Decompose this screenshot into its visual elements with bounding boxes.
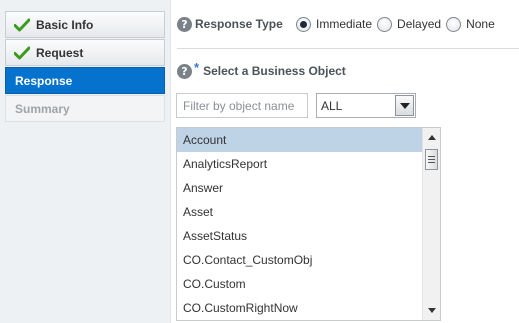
radio-button[interactable] <box>377 16 393 32</box>
radio-label: Delayed <box>397 17 442 31</box>
select-value: ALL <box>321 98 343 113</box>
list-item[interactable]: AnalyticsReport <box>177 152 422 176</box>
help-icon[interactable]: ? <box>177 16 192 32</box>
business-object-label: Select a Business Object <box>203 64 346 78</box>
filter-input[interactable] <box>176 93 308 118</box>
radio-button[interactable] <box>446 16 462 32</box>
nav-item-request[interactable]: Request <box>5 39 165 66</box>
business-object-heading: ? * Select a Business Object <box>177 59 346 80</box>
radio-none[interactable]: None <box>446 16 495 32</box>
radio-button[interactable] <box>296 16 311 32</box>
checkmark-icon <box>14 18 30 31</box>
object-type-select[interactable]: ALL <box>316 93 416 118</box>
radio-immediate[interactable]: Immediate <box>296 16 373 32</box>
scroll-up-arrow-icon[interactable] <box>423 130 440 145</box>
nav-item-summary: Summary <box>5 95 165 122</box>
nav-item-basic-info[interactable]: Basic Info <box>5 11 165 38</box>
vertical-scrollbar[interactable] <box>422 128 440 320</box>
list-item[interactable]: Account <box>177 128 422 152</box>
radio-delayed[interactable]: Delayed <box>377 16 442 32</box>
list-item[interactable]: AssetStatus <box>177 224 422 248</box>
scrollbar-thumb[interactable] <box>425 149 438 170</box>
radio-label: None <box>466 17 495 31</box>
wizard-nav: Basic Info Request Response Summary <box>0 0 171 323</box>
list-item[interactable]: CO.CustomRightNow <box>177 296 422 320</box>
business-object-list[interactable]: Account AnalyticsReport Answer Asset Ass… <box>176 127 441 321</box>
nav-item-label: Response <box>15 73 73 88</box>
scroll-down-arrow-icon[interactable] <box>423 303 440 318</box>
chevron-down-icon[interactable] <box>395 95 414 116</box>
list-items: Account AnalyticsReport Answer Asset Ass… <box>177 128 422 320</box>
response-type-row: ? Response Type <box>177 14 283 34</box>
nav-item-label: Request <box>36 45 84 60</box>
nav-item-label: Summary <box>15 101 70 116</box>
list-item[interactable]: Answer <box>177 176 422 200</box>
nav-item-label: Basic Info <box>36 17 94 32</box>
list-item[interactable]: CO.Custom <box>177 272 422 296</box>
checkmark-icon <box>14 46 30 59</box>
nav-item-response[interactable]: Response <box>5 67 165 94</box>
help-icon[interactable]: ? <box>177 63 192 79</box>
section-divider <box>177 48 519 49</box>
response-type-radio-group: Immediate Delayed None <box>296 14 500 34</box>
list-item[interactable]: Asset <box>177 200 422 224</box>
response-type-label: Response Type <box>195 17 283 31</box>
list-item[interactable]: CO.Contact_CustomObj <box>177 248 422 272</box>
radio-label: Immediate <box>316 17 373 31</box>
required-indicator: * <box>194 59 200 75</box>
